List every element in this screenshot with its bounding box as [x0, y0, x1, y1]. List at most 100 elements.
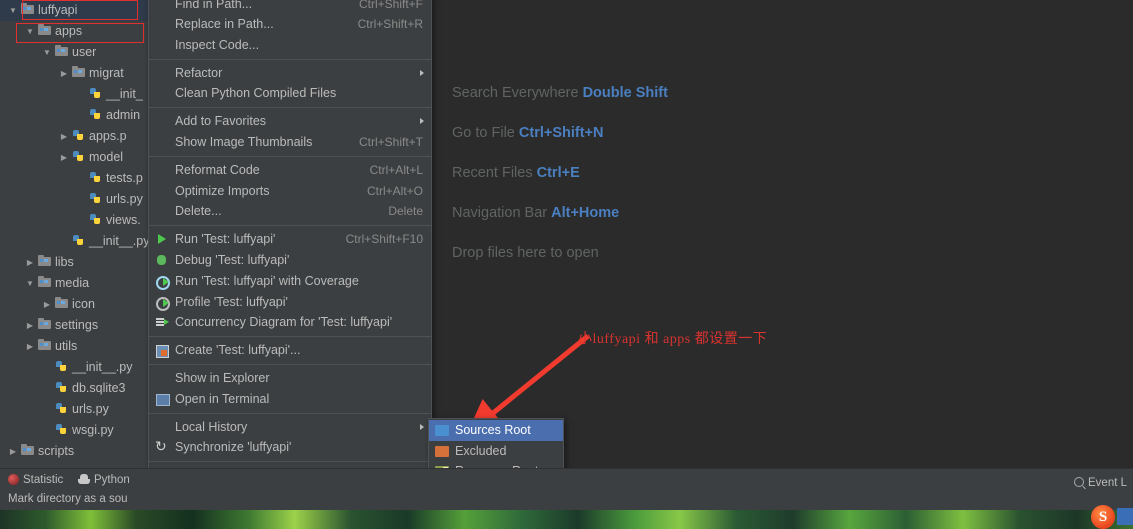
twisty-none-icon: ·	[40, 420, 54, 441]
menu-item[interactable]: Run 'Test: luffyapi' Ctrl+Shift+F10	[149, 229, 431, 250]
editor-hint-shortcut: Ctrl+E	[536, 165, 580, 181]
menu-item[interactable]: Debug 'Test: luffyapi'	[149, 250, 431, 271]
tree-item-label: wsgi.py	[72, 423, 114, 438]
tree-item[interactable]: · urls.py	[0, 189, 148, 210]
menu-item[interactable]: Open in Terminal	[149, 389, 431, 410]
menu-item[interactable]: Run 'Test: luffyapi' with Coverage	[149, 271, 431, 292]
tree-item[interactable]: ▼ media	[0, 273, 148, 294]
tree-item[interactable]: ▼ luffyapi	[0, 0, 148, 21]
menu-item[interactable]: Profile 'Test: luffyapi'	[149, 292, 431, 313]
twisty-none-icon: ·	[40, 357, 54, 378]
twisty-right-icon[interactable]: ▶	[23, 336, 37, 357]
folder-icon	[20, 444, 35, 457]
create-config-icon	[155, 344, 169, 359]
tree-item[interactable]: ▼ apps	[0, 21, 148, 42]
python-icon	[78, 474, 90, 485]
menu-item-shortcut: Ctrl+Alt+O	[366, 183, 423, 198]
tree-item[interactable]: ▶ utils	[0, 336, 148, 357]
menu-item[interactable]: Reformat Code Ctrl+Alt+L	[149, 160, 431, 181]
twisty-right-icon[interactable]: ▶	[23, 252, 37, 273]
tree-item[interactable]: · views.	[0, 210, 148, 231]
editor-hint-label: Search Everywhere	[452, 85, 579, 101]
tree-item[interactable]: · tests.p	[0, 168, 148, 189]
python-file-icon	[88, 108, 103, 121]
twisty-right-icon[interactable]: ▶	[57, 126, 71, 147]
tree-item[interactable]: · __init__.py	[0, 231, 148, 252]
twisty-down-icon[interactable]: ▼	[40, 42, 54, 63]
menu-item[interactable]: Create 'Test: luffyapi'...	[149, 340, 431, 361]
project-tool-window[interactable]: ▼luffyapi▼apps▼user▶migrat·__init_·admin…	[0, 0, 148, 468]
twisty-down-icon[interactable]: ▼	[23, 273, 37, 294]
menu-item[interactable]: Show Image Thumbnails Ctrl+Shift+T	[149, 132, 431, 153]
submenu-arrow-icon	[420, 69, 424, 76]
menu-item-label: Create 'Test: luffyapi'...	[175, 343, 301, 358]
status-python[interactable]: Python	[78, 474, 130, 486]
menu-item[interactable]: Show in Explorer	[149, 368, 431, 389]
tree-item[interactable]: ▶ scripts	[0, 441, 148, 462]
submenu-item[interactable]: Sources Root	[429, 420, 563, 441]
twisty-right-icon[interactable]: ▶	[57, 147, 71, 168]
tree-item[interactable]: · urls.py	[0, 399, 148, 420]
tree-item-label: db.sqlite3	[72, 381, 126, 396]
menu-item-label: Run 'Test: luffyapi'	[175, 232, 276, 247]
ime-toolbar[interactable]	[1117, 508, 1133, 525]
tree-item[interactable]: · __init_	[0, 84, 148, 105]
status-statistic[interactable]: Statistic	[8, 474, 63, 486]
menu-item-label: Show in Explorer	[175, 370, 270, 385]
twisty-none-icon: ·	[74, 168, 88, 189]
menu-item[interactable]: Clean Python Compiled Files	[149, 83, 431, 104]
tree-item[interactable]: · admin	[0, 105, 148, 126]
tree-item[interactable]: ▼ user	[0, 42, 148, 63]
menu-item-label: Replace in Path...	[175, 17, 274, 31]
submenu-item[interactable]: Excluded	[429, 441, 563, 462]
desktop-wallpaper-strip	[0, 510, 1133, 529]
twisty-right-icon[interactable]: ▶	[40, 294, 54, 315]
python-file-icon	[88, 87, 103, 100]
menu-item[interactable]: Find in Path... Ctrl+Shift+F	[149, 0, 431, 14]
tree-item[interactable]: ▶ libs	[0, 252, 148, 273]
menu-item[interactable]: Add to Favorites	[149, 111, 431, 132]
tree-item[interactable]: · __init__.py	[0, 357, 148, 378]
menu-item-label: Concurrency Diagram for 'Test: luffyapi'	[175, 315, 393, 330]
tree-item[interactable]: ▶ migrat	[0, 63, 148, 84]
tree-item-label: apps	[55, 24, 83, 39]
twisty-none-icon: ·	[74, 105, 88, 126]
editor-hint-label: Drop files here to open	[452, 245, 599, 261]
folder-icon	[37, 339, 52, 352]
menu-item-shortcut: Ctrl+Alt+L	[369, 162, 423, 177]
sogou-ime-icon[interactable]: S	[1091, 505, 1115, 529]
folder-icon	[54, 297, 69, 310]
editor-hint: Go to File Ctrl+Shift+N	[452, 125, 872, 141]
tree-item[interactable]: ▶ model	[0, 147, 148, 168]
menu-item-label: Delete...	[175, 204, 222, 219]
menu-item[interactable]: Refactor	[149, 63, 431, 84]
profile-icon	[155, 296, 170, 311]
tree-item[interactable]: ▶ icon	[0, 294, 148, 315]
twisty-right-icon[interactable]: ▶	[23, 315, 37, 336]
twisty-right-icon[interactable]: ▶	[57, 63, 71, 84]
status-message: Mark directory as a sou	[8, 493, 128, 505]
twisty-down-icon[interactable]: ▼	[6, 0, 20, 21]
tree-item[interactable]: ▶ apps.p	[0, 126, 148, 147]
twisty-none-icon: ·	[74, 84, 88, 105]
event-log-button[interactable]: Event L	[1074, 477, 1127, 489]
tree-item[interactable]: ▶ settings	[0, 315, 148, 336]
tree-item-label: model	[89, 150, 124, 165]
menu-item[interactable]: Synchronize 'luffyapi'	[149, 436, 431, 458]
tree-item-label: apps.p	[89, 129, 127, 144]
menu-item[interactable]: Local History	[149, 417, 431, 438]
submenu-arrow-icon	[420, 423, 424, 430]
menu-item-label: Profile 'Test: luffyapi'	[175, 294, 288, 309]
tree-item[interactable]: · wsgi.py	[0, 420, 148, 441]
twisty-right-icon[interactable]: ▶	[6, 441, 20, 462]
context-menu[interactable]: Find in Path... Ctrl+Shift+F Replace in Pa…	[148, 0, 432, 529]
tree-item[interactable]: · db.sqlite3	[0, 378, 148, 399]
twisty-down-icon[interactable]: ▼	[23, 21, 37, 42]
event-log-label: Event L	[1088, 477, 1127, 489]
menu-item[interactable]: Concurrency Diagram for 'Test: luffyapi'	[149, 312, 431, 333]
menu-item[interactable]: Inspect Code...	[149, 35, 431, 56]
editor-hint: Navigation Bar Alt+Home	[452, 205, 872, 221]
menu-item[interactable]: Optimize Imports Ctrl+Alt+O	[149, 181, 431, 202]
menu-item[interactable]: Replace in Path... Ctrl+Shift+R	[149, 14, 431, 35]
menu-item[interactable]: Delete... Delete	[149, 201, 431, 222]
